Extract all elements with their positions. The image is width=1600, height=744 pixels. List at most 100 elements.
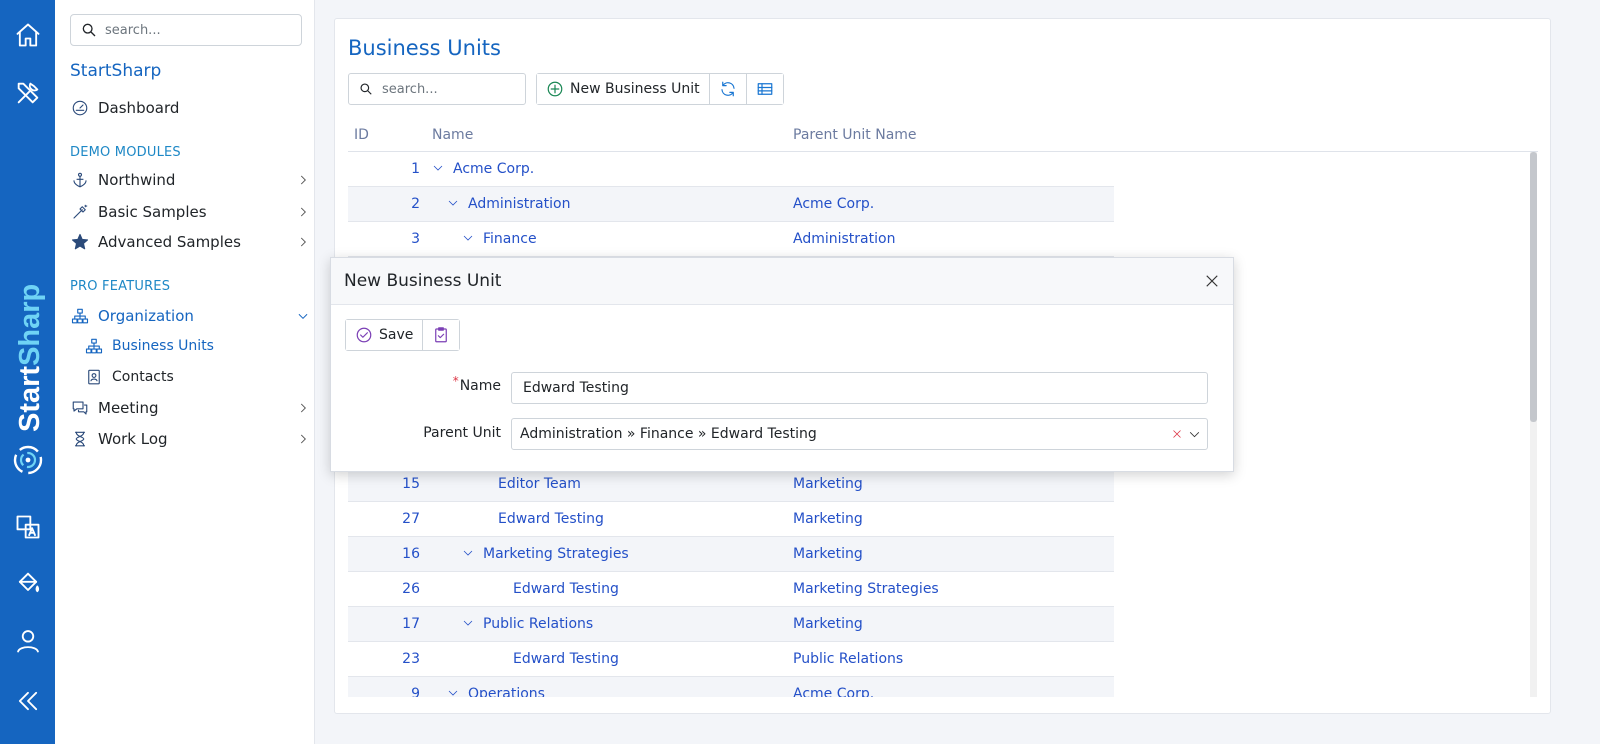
page-title: Business Units — [348, 36, 501, 60]
row-id: 9 — [411, 686, 420, 697]
name-field[interactable]: Edward Testing — [511, 372, 1208, 404]
table-row[interactable]: 26 Edward Testing Marketing Strategies — [348, 572, 1114, 607]
close-button[interactable] — [1203, 272, 1221, 290]
row-parent-link[interactable]: Marketing — [793, 476, 863, 492]
table-row[interactable]: 16 Marketing Strategies Marketing — [348, 537, 1114, 572]
chevron-down-icon[interactable] — [462, 547, 476, 561]
table-row[interactable]: 27 Edward Testing Marketing — [348, 502, 1114, 537]
row-parent-link[interactable]: Acme Corp. — [793, 686, 874, 697]
row-parent-link[interactable]: Administration — [793, 231, 895, 247]
section-header-demo: DEMO MODULES — [70, 145, 181, 160]
row-name-link[interactable]: Marketing Strategies — [462, 546, 629, 562]
row-parent-link[interactable]: Public Relations — [793, 651, 903, 667]
row-name-link[interactable]: Administration — [447, 196, 570, 212]
table-row[interactable]: 3 Finance Administration — [348, 222, 1114, 257]
search-icon — [82, 23, 96, 37]
row-name-text: Operations — [468, 686, 545, 697]
parent-unit-select[interactable]: Administration » Finance » Edward Testin… — [511, 418, 1208, 450]
row-id: 17 — [402, 616, 420, 632]
sidebar-search-input[interactable] — [105, 22, 295, 38]
sidebar-item-label: Contacts — [112, 369, 174, 385]
row-id: 1 — [411, 161, 420, 177]
row-name-link[interactable]: Operations — [447, 686, 545, 697]
speedometer-icon — [70, 98, 90, 118]
anchor-icon — [70, 170, 90, 190]
chevron-down-icon[interactable] — [447, 687, 461, 697]
chevron-down-icon[interactable] — [432, 162, 446, 176]
sidebar-item-basic-samples[interactable]: Basic Samples — [70, 200, 310, 224]
row-name-text: Finance — [483, 231, 537, 247]
row-name-text: Editor Team — [498, 476, 581, 492]
translate-icon[interactable] — [11, 510, 44, 543]
chevron-down-icon[interactable] — [462, 232, 476, 246]
chevron-down-icon[interactable] — [447, 197, 461, 211]
row-id: 15 — [402, 476, 420, 492]
refresh-icon — [721, 81, 735, 97]
sidebar-item-work-log[interactable]: Work Log — [70, 427, 310, 451]
sidebar-item-label: Business Units — [112, 338, 214, 354]
sidebar-item-dashboard[interactable]: Dashboard — [70, 96, 310, 120]
clear-selection-icon[interactable] — [1171, 428, 1183, 440]
column-picker-button[interactable] — [746, 74, 783, 104]
sidebar-item-label: Organization — [98, 307, 194, 325]
dialog-header: New Business Unit — [331, 258, 1233, 305]
chevron-down-icon[interactable] — [462, 617, 476, 631]
table-row[interactable]: 17 Public Relations Marketing — [348, 607, 1114, 642]
chevron-right-icon — [296, 173, 310, 187]
section-header-pro: PRO FEATURES — [70, 279, 171, 294]
row-parent-link[interactable]: Marketing — [793, 616, 863, 632]
grid-search[interactable] — [348, 73, 526, 105]
add-circle-icon — [547, 81, 563, 97]
row-parent-link[interactable]: Acme Corp. — [793, 196, 874, 212]
sidebar-search[interactable] — [70, 14, 302, 46]
sidebar-item-label: Basic Samples — [98, 203, 207, 221]
chevron-down-icon[interactable] — [1188, 428, 1201, 441]
row-name-link[interactable]: Edward Testing — [513, 581, 619, 597]
sidebar-item-business-units[interactable]: Business Units — [84, 334, 310, 358]
sidebar-item-contacts[interactable]: Contacts — [84, 365, 310, 389]
parent-unit-label: Parent Unit — [423, 425, 501, 441]
table-row[interactable]: 1 Acme Corp. — [348, 152, 1114, 187]
table-row[interactable]: 2 Administration Acme Corp. — [348, 187, 1114, 222]
collapse-sidebar-icon[interactable] — [11, 684, 44, 717]
row-name-text: Edward Testing — [513, 581, 619, 597]
table-row[interactable]: 23 Edward Testing Public Relations — [348, 642, 1114, 677]
row-name-link[interactable]: Edward Testing — [513, 651, 619, 667]
row-id: 2 — [411, 196, 420, 212]
row-parent-link[interactable]: Marketing — [793, 546, 863, 562]
paint-bucket-icon[interactable] — [11, 566, 44, 599]
home-icon[interactable] — [11, 18, 44, 51]
sidebar-item-advanced-samples[interactable]: Advanced Samples — [70, 230, 310, 254]
new-business-unit-button[interactable]: New Business Unit — [537, 74, 710, 104]
row-name-link[interactable]: Edward Testing — [498, 511, 604, 527]
row-name-text: Administration — [468, 196, 571, 212]
row-id: 3 — [411, 231, 420, 247]
row-name-link[interactable]: Editor Team — [498, 476, 581, 492]
row-name-link[interactable]: Public Relations — [462, 616, 593, 632]
tools-icon[interactable] — [11, 76, 44, 109]
sidebar-item-meeting[interactable]: Meeting — [70, 396, 310, 420]
column-header-name[interactable]: Name — [432, 127, 473, 143]
column-header-parent[interactable]: Parent Unit Name — [793, 127, 917, 143]
refresh-button[interactable] — [709, 74, 747, 104]
row-parent-link[interactable]: Marketing — [793, 511, 863, 527]
grid-search-input[interactable] — [382, 81, 522, 97]
chevron-right-icon — [296, 205, 310, 219]
grid-scrollbar[interactable] — [1530, 152, 1537, 697]
row-name-link[interactable]: Acme Corp. — [432, 161, 534, 177]
sidebar-item-northwind[interactable]: Northwind — [70, 168, 310, 192]
apply-changes-button[interactable] — [423, 320, 460, 350]
sidebar-item-organization[interactable]: Organization — [70, 304, 310, 328]
table-row[interactable]: 9 Operations Acme Corp. — [348, 677, 1114, 697]
save-button[interactable]: Save — [346, 320, 424, 350]
column-header-id[interactable]: ID — [354, 127, 369, 143]
sidebar-item-label: Work Log — [98, 430, 168, 448]
sidebar-item-label: Northwind — [98, 171, 176, 189]
grid-scrollbar-thumb[interactable] — [1530, 152, 1537, 422]
row-name-link[interactable]: Finance — [462, 231, 537, 247]
user-icon[interactable] — [11, 624, 44, 657]
grid-toolbar: New Business Unit — [536, 73, 784, 105]
app-title[interactable]: StartSharp — [70, 61, 161, 81]
table-row[interactable]: 15 Editor Team Marketing — [348, 467, 1114, 502]
row-parent-link[interactable]: Marketing Strategies — [793, 581, 939, 597]
